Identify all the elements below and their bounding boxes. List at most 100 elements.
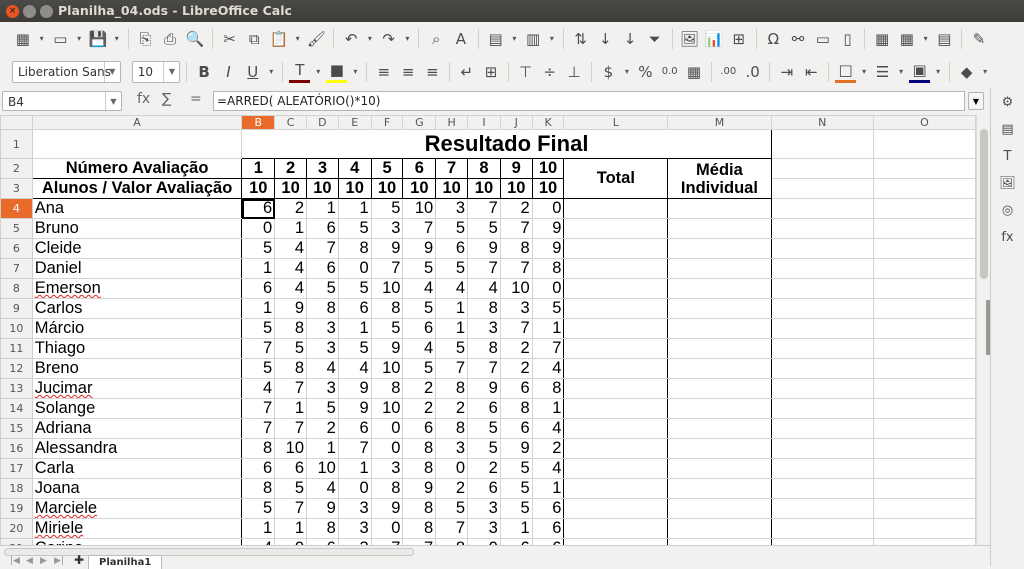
score-cell[interactable]: 6: [499, 378, 533, 399]
horizontal-scrollbar[interactable]: [4, 548, 414, 556]
eval-value[interactable]: 10: [306, 178, 339, 199]
score-cell[interactable]: 5: [435, 338, 469, 359]
score-cell[interactable]: 7: [306, 238, 339, 259]
score-cell[interactable]: 8: [274, 318, 308, 339]
score-cell[interactable]: 6: [467, 478, 501, 499]
cell[interactable]: [872, 378, 976, 399]
score-cell[interactable]: 2: [499, 338, 533, 359]
score-cell[interactable]: 5: [467, 218, 501, 239]
score-cell[interactable]: 9: [499, 438, 533, 459]
minimize-window-button[interactable]: [23, 5, 36, 18]
spelling-icon[interactable]: A: [450, 28, 472, 50]
score-cell[interactable]: 3: [467, 518, 501, 539]
row-header[interactable]: 20: [0, 518, 33, 539]
cell[interactable]: [872, 298, 976, 319]
score-cell[interactable]: 3: [435, 198, 469, 219]
student-name[interactable]: Márcio: [31, 318, 243, 339]
cell[interactable]: [872, 398, 976, 419]
chevron-down-icon[interactable]: ▼: [103, 61, 120, 82]
score-cell[interactable]: 7: [435, 518, 469, 539]
student-name[interactable]: Joana: [31, 478, 243, 499]
student-name[interactable]: Cleide: [31, 238, 243, 259]
score-cell[interactable]: 1: [337, 458, 372, 479]
currency-format-icon[interactable]: $: [598, 61, 619, 83]
score-cell[interactable]: 4: [306, 358, 339, 379]
score-cell[interactable]: 6: [499, 418, 533, 439]
new-spreadsheet-icon[interactable]: ▦: [12, 28, 34, 50]
font-name-combo[interactable]: Liberation Sans ▼: [12, 60, 121, 83]
score-cell[interactable]: 4: [435, 278, 469, 299]
cell[interactable]: [770, 158, 874, 179]
score-cell[interactable]: 7: [435, 358, 469, 379]
score-cell[interactable]: 5: [337, 218, 372, 239]
score-cell[interactable]: 9: [306, 498, 339, 519]
score-cell[interactable]: 1: [337, 198, 372, 219]
eval-value[interactable]: 10: [499, 178, 533, 199]
decrease-indent-icon[interactable]: ⇤: [801, 61, 822, 83]
score-cell[interactable]: 9: [337, 398, 372, 419]
score-cell[interactable]: 7: [467, 198, 501, 219]
cell[interactable]: [872, 318, 976, 339]
name-box[interactable]: B4 ▼: [2, 91, 122, 112]
media-cell[interactable]: [667, 438, 772, 459]
student-name[interactable]: Breno: [31, 358, 243, 379]
align-left-icon[interactable]: ≡: [373, 61, 394, 83]
score-cell[interactable]: 4: [241, 378, 276, 399]
freeze-rows-columns-icon[interactable]: ▦: [896, 28, 918, 50]
column-header-N[interactable]: N: [770, 115, 874, 130]
score-cell[interactable]: 4: [337, 358, 372, 379]
close-window-button[interactable]: ×: [6, 5, 19, 18]
cell[interactable]: [770, 418, 874, 439]
properties-icon[interactable]: ⚙: [997, 92, 1019, 114]
media-cell[interactable]: [667, 458, 772, 479]
media-cell[interactable]: [667, 338, 772, 359]
cell[interactable]: [770, 398, 874, 419]
cell[interactable]: [770, 438, 874, 459]
score-cell[interactable]: 6: [274, 458, 308, 479]
column-header-I[interactable]: I: [467, 115, 501, 130]
total-cell[interactable]: [563, 258, 669, 279]
student-name[interactable]: Ana: [31, 198, 243, 219]
score-cell[interactable]: 8: [531, 378, 565, 399]
media-cell[interactable]: [667, 198, 772, 219]
score-cell[interactable]: 8: [499, 238, 533, 259]
score-cell[interactable]: 9: [467, 238, 501, 259]
eval-value[interactable]: 10: [531, 178, 565, 199]
border-color-icon[interactable]: ▣: [908, 61, 931, 83]
score-cell[interactable]: 4: [274, 238, 308, 259]
cell[interactable]: [770, 458, 874, 479]
student-name[interactable]: Bruno: [31, 218, 243, 239]
score-cell[interactable]: 5: [402, 298, 437, 319]
cell[interactable]: [872, 478, 976, 499]
score-cell[interactable]: 0: [531, 198, 565, 219]
sort-descending-icon[interactable]: ↓: [619, 28, 641, 50]
chevron-down-icon[interactable]: ▾: [350, 67, 360, 76]
align-right-icon[interactable]: ≡: [422, 61, 443, 83]
hyperlink-icon[interactable]: ⚯: [787, 28, 809, 50]
row-header[interactable]: 2: [0, 158, 33, 179]
eval-number[interactable]: 2: [274, 158, 308, 179]
score-cell[interactable]: 5: [337, 278, 372, 299]
score-cell[interactable]: 5: [274, 338, 308, 359]
sort-icon[interactable]: ⇅: [570, 28, 592, 50]
score-cell[interactable]: 7: [241, 418, 276, 439]
clone-formatting-icon[interactable]: 🖌: [306, 28, 328, 50]
print-preview-icon[interactable]: 🔍: [184, 28, 206, 50]
chevron-down-icon[interactable]: ▾: [74, 34, 84, 43]
row-header[interactable]: 13: [0, 378, 33, 399]
score-cell[interactable]: 4: [531, 358, 565, 379]
score-cell[interactable]: 4: [402, 338, 437, 359]
total-cell[interactable]: [563, 338, 669, 359]
conditional-format-icon[interactable]: ◆: [956, 61, 977, 83]
score-cell[interactable]: 5: [241, 318, 276, 339]
column-header-A[interactable]: A: [31, 115, 243, 130]
score-cell[interactable]: 2: [402, 378, 437, 399]
score-cell[interactable]: 10: [499, 278, 533, 299]
score-cell[interactable]: 9: [370, 338, 404, 359]
print-icon[interactable]: ⎙: [159, 28, 181, 50]
media-cell[interactable]: [667, 238, 772, 259]
navigator-icon[interactable]: ◎: [997, 200, 1019, 222]
insert-chart-icon[interactable]: 📊: [703, 28, 725, 50]
score-cell[interactable]: 10: [370, 278, 404, 299]
insert-image-icon[interactable]: 🖼: [679, 28, 701, 50]
